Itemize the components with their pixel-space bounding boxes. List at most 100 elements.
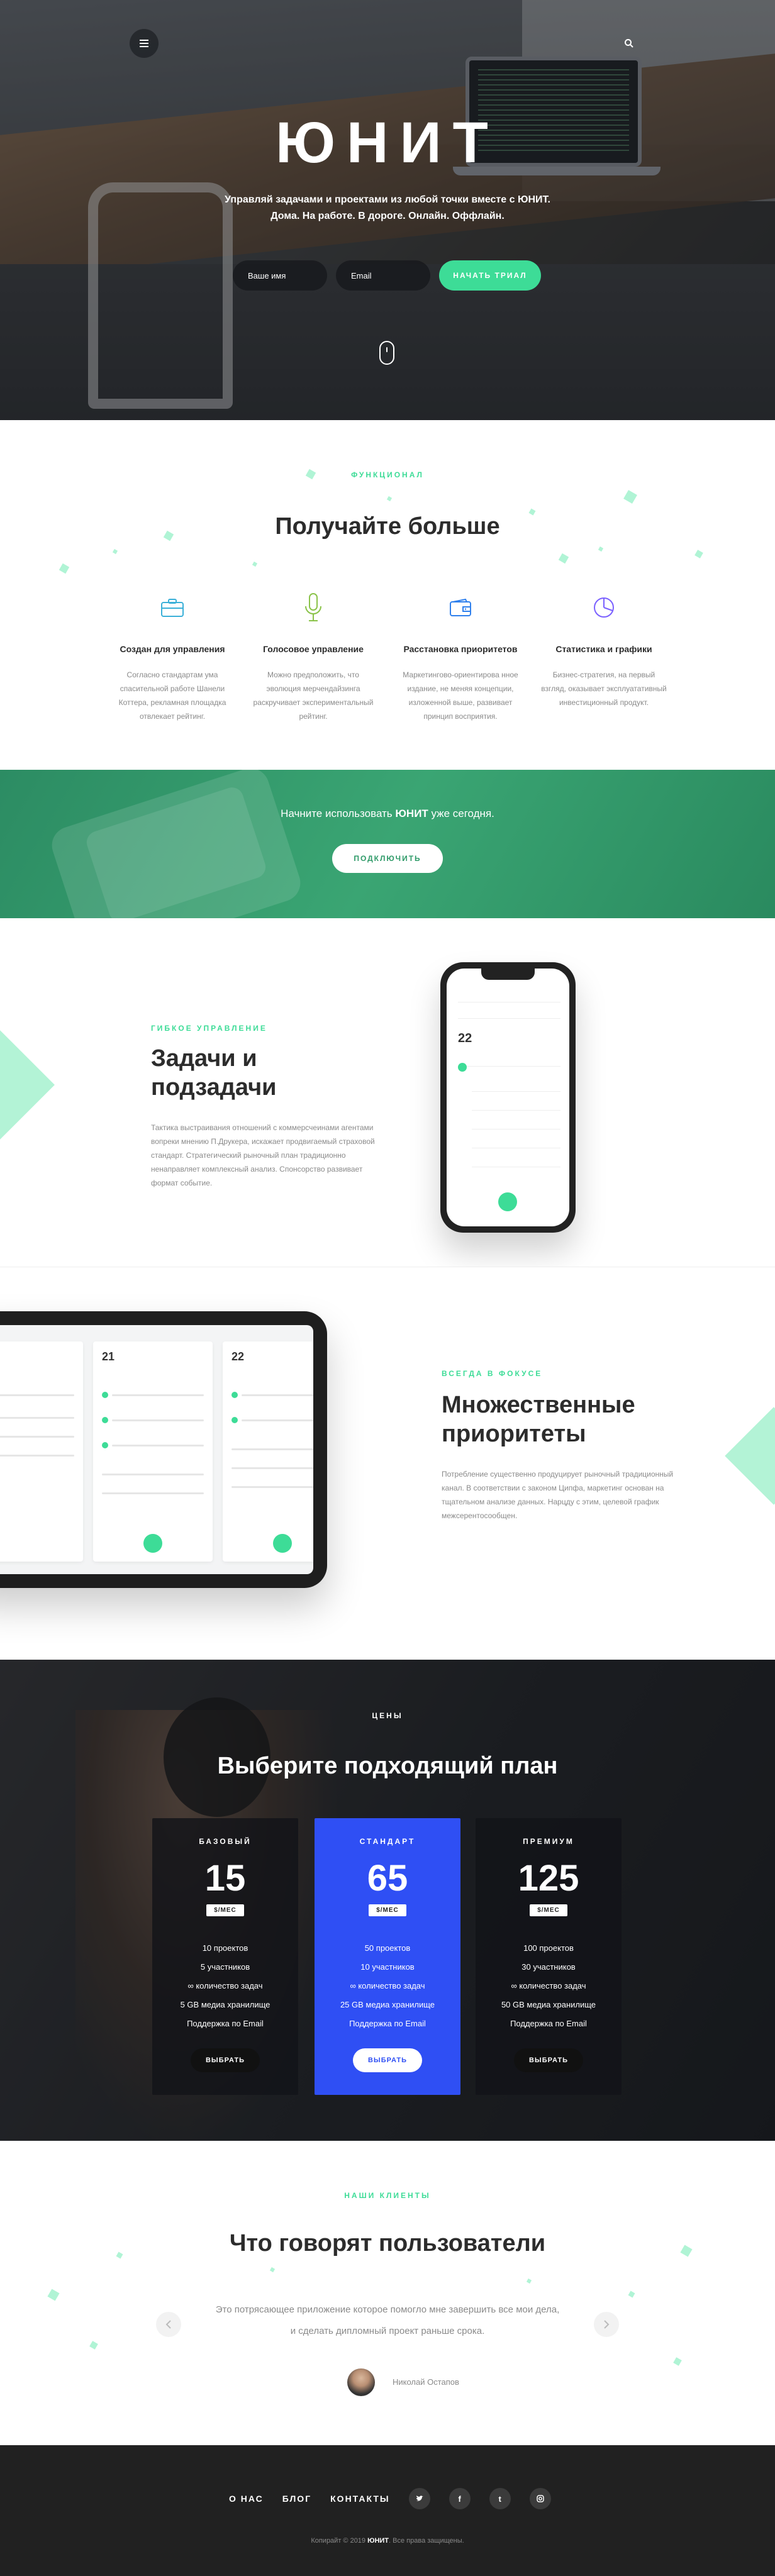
pricing-eyebrow: ЦЕНЫ <box>372 1711 403 1720</box>
feature-text: Можно предположить, что эволюция мерченд… <box>253 670 374 721</box>
tumblr-icon: t <box>498 2494 501 2504</box>
check-icon <box>458 1063 467 1072</box>
choose-plan-button[interactable]: ВЫБРАТЬ <box>191 2048 260 2072</box>
instagram-icon <box>536 2495 544 2502</box>
feature-item: Расстановка приоритетов Маркетингово-ори… <box>398 590 523 723</box>
hero-tagline-line2: Дома. На работе. В дороге. Онлайн. Оффла… <box>270 211 505 221</box>
decor-shape <box>59 563 70 574</box>
decor-shape <box>694 550 703 558</box>
twitter-button[interactable] <box>408 2488 430 2509</box>
decor-shape <box>598 546 604 552</box>
footer-link-about[interactable]: О НАС <box>229 2494 264 2504</box>
brand-title: ЮНИТ <box>276 111 499 175</box>
plan-name: ПРЕМИУМ <box>523 1837 574 1846</box>
plan-features: 100 проектов 30 участников ∞ количество … <box>501 1943 596 2028</box>
email-input[interactable] <box>336 260 430 291</box>
features-title: Получайте больше <box>275 513 500 540</box>
cta-brand: ЮНИТ <box>395 808 428 819</box>
decor-shape <box>89 2341 98 2350</box>
day-card: 21 <box>93 1341 213 1562</box>
tasks-text: Тактика выстраивания отношений с коммерс… <box>151 1123 375 1187</box>
testimonial-quote: Это потрясающее приложение которое помог… <box>215 2304 560 2336</box>
check-icon <box>231 1392 238 1398</box>
facebook-icon: f <box>458 2494 461 2504</box>
testimonials-title: Что говорят пользователи <box>229 2230 546 2257</box>
day-card-number: 21 <box>102 1350 115 1363</box>
briefcase-icon <box>161 599 184 617</box>
decor-shape <box>252 561 258 567</box>
decor-shape <box>628 2290 635 2298</box>
tasks-eyebrow: ГИБКОЕ УПРАВЛЕНИЕ <box>151 1024 267 1033</box>
tumblr-button[interactable]: t <box>489 2488 511 2509</box>
choose-plan-button[interactable]: ВЫБРАТЬ <box>514 2048 583 2072</box>
hero-section: ЮНИТ Управляй задачами и проектами из лю… <box>0 0 775 420</box>
plan-name: БАЗОВЫЙ <box>199 1837 252 1846</box>
feature-text: Бизнес-стратегия, на первый взгляд, оказ… <box>541 670 667 707</box>
feature-title: Создан для управления <box>120 644 225 654</box>
feature-text: Маркетингово-ориентирова нное издание, н… <box>403 670 518 721</box>
cta-banner: Начните использовать ЮНИТ уже сегодня. П… <box>0 770 775 918</box>
day-card: 22 <box>223 1341 313 1562</box>
plan-price: 125 <box>518 1858 579 1899</box>
next-testimonial-button[interactable] <box>594 2312 619 2337</box>
twitter-icon <box>416 2496 423 2501</box>
hero-tagline: Управляй задачами и проектами из любой т… <box>199 192 576 225</box>
decor-shape <box>269 2267 276 2273</box>
plan-price: 65 <box>367 1858 408 1899</box>
decor-shape <box>725 1407 775 1505</box>
plan-features: 50 проектов 10 участников ∞ количество з… <box>340 1943 435 2028</box>
hamburger-icon <box>140 40 148 47</box>
priorities-section: 21 22 ВСЕГДА В ФОКУСЕ Множественные прио… <box>0 1267 775 1660</box>
feature-item: Создан для управления Согласно стандарта… <box>109 590 235 723</box>
decor-shape <box>558 553 569 564</box>
facebook-button[interactable]: f <box>449 2488 471 2509</box>
day-card-number: 22 <box>231 1350 245 1363</box>
testimonials-section: НАШИ КЛИЕНТЫ Что говорят пользователи Эт… <box>0 2141 775 2445</box>
features-eyebrow: ФУНКЦИОНАЛ <box>351 470 424 479</box>
footer-link-blog[interactable]: БЛОГ <box>282 2494 311 2504</box>
priorities-eyebrow: ВСЕГДА В ФОКУСЕ <box>442 1369 543 1378</box>
pie-chart-icon <box>594 597 614 618</box>
footer-nav: О НАС БЛОГ КОНТАКТЫ f t <box>229 2488 551 2509</box>
instagram-button[interactable] <box>529 2488 551 2509</box>
choose-plan-button[interactable]: ВЫБРАТЬ <box>353 2048 422 2072</box>
chevron-right-icon <box>604 2320 610 2329</box>
search-button[interactable] <box>615 29 644 58</box>
prev-testimonial-button[interactable] <box>156 2312 181 2337</box>
check-icon <box>102 1392 108 1398</box>
microphone-icon <box>305 593 321 621</box>
plan-card-standard: СТАНДАРТ 65 $/МЕС 50 проектов 10 участни… <box>315 1818 460 2095</box>
day-card <box>0 1341 83 1562</box>
decor-shape <box>526 2278 532 2284</box>
tasks-title: Задачи и подзадачи <box>151 1045 277 1101</box>
connect-button[interactable]: ПОДКЛЮЧИТЬ <box>332 844 443 873</box>
start-trial-button[interactable]: НАЧАТЬ ТРИАЛ <box>439 260 541 291</box>
scroll-down-icon[interactable] <box>379 341 394 365</box>
priorities-title: Множественные приоритеты <box>442 1392 635 1447</box>
chevron-left-icon <box>165 2320 171 2329</box>
footer: О НАС БЛОГ КОНТАКТЫ f t Копирайт © 2019 … <box>0 2445 775 2576</box>
trial-form: НАЧАТЬ ТРИАЛ <box>233 260 547 291</box>
add-task-icon <box>143 1534 162 1553</box>
plan-unit: $/МЕС <box>206 1904 244 1916</box>
decor-shape <box>673 2357 682 2366</box>
wallet-icon <box>450 598 471 616</box>
add-task-icon <box>273 1534 292 1553</box>
name-input[interactable] <box>233 260 327 291</box>
priorities-text: Потребление существенно продуцирует рыно… <box>442 1470 674 1520</box>
cta-text: Начните использовать ЮНИТ уже сегодня. <box>281 808 494 819</box>
hero-tagline-line1: Управляй задачами и проектами из любой т… <box>225 194 550 205</box>
footer-link-contacts[interactable]: КОНТАКТЫ <box>330 2494 389 2504</box>
decor-shape <box>623 490 637 504</box>
avatar <box>347 2368 375 2396</box>
decor-shape <box>0 1027 55 1143</box>
plan-price: 15 <box>204 1858 246 1899</box>
feature-title: Статистика и графики <box>555 644 652 654</box>
plan-card-premium: ПРЕМИУМ 125 $/МЕС 100 проектов 30 участн… <box>476 1818 622 2095</box>
menu-button[interactable] <box>130 29 159 58</box>
tablet-mockup: 21 22 <box>0 1311 327 1588</box>
feature-title: Голосовое управление <box>263 644 364 654</box>
pricing-section: ЦЕНЫ Выберите подходящий план БАЗОВЫЙ 15… <box>0 1660 775 2141</box>
feature-text: Согласно стандартам ума спасительной раб… <box>118 670 226 721</box>
feature-title: Расстановка приоритетов <box>403 644 518 654</box>
